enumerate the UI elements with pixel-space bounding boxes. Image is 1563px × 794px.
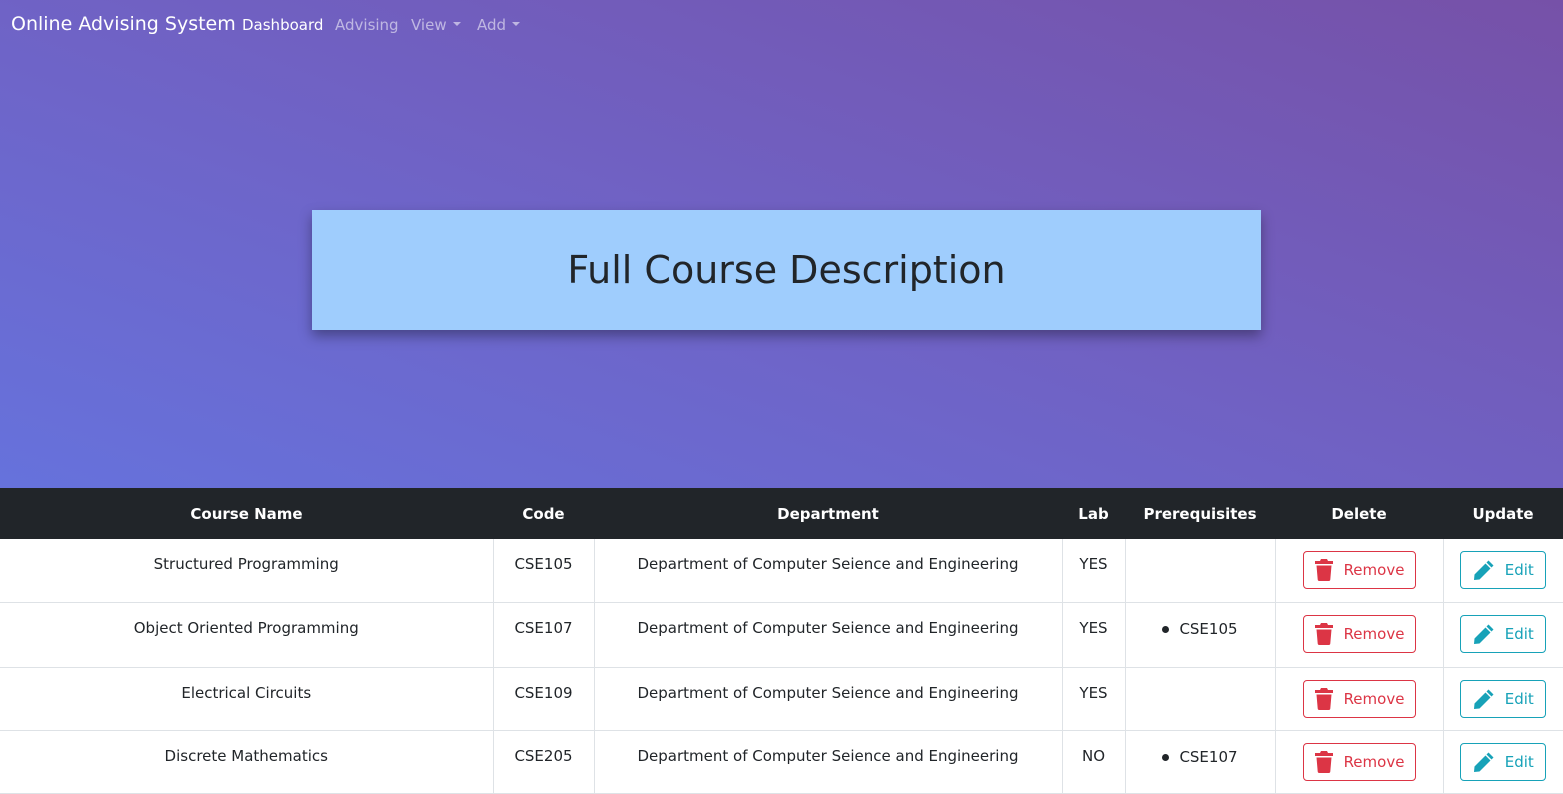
hero-banner: Online Advising System Dashboard Advisin… (0, 0, 1563, 488)
cell-prerequisites: CSE107 (1125, 730, 1276, 793)
remove-button[interactable]: Remove (1302, 551, 1416, 589)
cell-lab: YES (1062, 667, 1126, 730)
nav-view-dropdown[interactable]: View (411, 16, 461, 34)
caret-down-icon (512, 21, 521, 26)
page-title: Full Course Description (567, 248, 1006, 292)
cell-delete: Remove (1275, 730, 1444, 793)
pencil-icon (1473, 559, 1495, 581)
cell-department: Department of Computer Seience and Engin… (594, 539, 1063, 602)
page-title-box: Full Course Description (312, 210, 1261, 330)
edit-button[interactable]: Edit (1460, 614, 1547, 653)
edit-button[interactable]: Edit (1460, 742, 1547, 781)
table-row: Discrete Mathematics CSE205 Department o… (0, 730, 1563, 793)
edit-button[interactable]: Edit (1460, 679, 1547, 718)
nav-add-dropdown[interactable]: Add (477, 16, 521, 34)
pencil-icon (1473, 751, 1495, 773)
edit-button-label: Edit (1504, 689, 1534, 708)
header-update: Update (1472, 504, 1534, 523)
cell-delete: Remove (1275, 667, 1444, 730)
cell-department: Department of Computer Seience and Engin… (594, 730, 1063, 793)
cell-course-name: Object Oriented Programming (0, 602, 494, 667)
cell-department: Department of Computer Seience and Engin… (594, 667, 1063, 730)
cell-prerequisites (1125, 667, 1276, 730)
trash-icon (1314, 622, 1334, 645)
nav-add-label: Add (477, 16, 507, 34)
table-header-row: Course Name Code Department Lab Prerequi… (0, 488, 1563, 539)
header-delete: Delete (1331, 504, 1387, 523)
cell-course-name: Electrical Circuits (0, 667, 494, 730)
cell-code: CSE109 (493, 667, 595, 730)
remove-button-label: Remove (1343, 624, 1405, 643)
bullet-icon (1162, 753, 1170, 761)
cell-department: Department of Computer Seience and Engin… (594, 602, 1063, 667)
cell-update: Edit (1443, 667, 1563, 730)
remove-button[interactable]: Remove (1302, 742, 1416, 781)
edit-button-label: Edit (1504, 752, 1534, 771)
trash-icon (1314, 687, 1334, 710)
cell-update: Edit (1443, 602, 1563, 667)
remove-button-label: Remove (1343, 689, 1405, 708)
remove-button[interactable]: Remove (1302, 614, 1416, 653)
remove-button-label: Remove (1343, 752, 1405, 771)
course-table: Course Name Code Department Lab Prerequi… (0, 488, 1563, 794)
header-lab: Lab (1078, 504, 1109, 523)
cell-delete: Remove (1275, 539, 1444, 602)
cell-lab: YES (1062, 539, 1126, 602)
prerequisite-item: CSE105 (1162, 620, 1238, 638)
navbar: Online Advising System Dashboard Advisin… (0, 0, 1563, 52)
header-course-name: Course Name (190, 504, 303, 523)
cell-update: Edit (1443, 539, 1563, 602)
prerequisite-item: CSE107 (1162, 748, 1238, 766)
cell-lab: YES (1062, 602, 1126, 667)
edit-button-label: Edit (1504, 624, 1534, 643)
cell-prerequisites (1125, 539, 1276, 602)
cell-code: CSE105 (493, 539, 595, 602)
pencil-icon (1473, 688, 1495, 710)
cell-delete: Remove (1275, 602, 1444, 667)
edit-button[interactable]: Edit (1460, 551, 1547, 589)
nav-advising[interactable]: Advising (335, 16, 399, 34)
table-row: Structured Programming CSE105 Department… (0, 539, 1563, 602)
table-row: Electrical Circuits CSE109 Department of… (0, 667, 1563, 730)
brand-link[interactable]: Online Advising System (11, 13, 236, 35)
caret-down-icon (452, 21, 461, 26)
header-code: Code (522, 504, 565, 523)
prerequisite-code: CSE107 (1179, 748, 1238, 766)
cell-course-name: Structured Programming (0, 539, 494, 602)
cell-code: CSE107 (493, 602, 595, 667)
remove-button-label: Remove (1343, 561, 1405, 579)
trash-icon (1314, 559, 1334, 581)
header-department: Department (777, 504, 879, 523)
cell-lab: NO (1062, 730, 1126, 793)
trash-icon (1314, 750, 1334, 773)
nav-view-label: View (411, 16, 447, 34)
cell-course-name: Discrete Mathematics (0, 730, 494, 793)
table-row: Object Oriented Programming CSE107 Depar… (0, 602, 1563, 667)
header-prerequisites: Prerequisites (1143, 504, 1257, 523)
prerequisite-code: CSE105 (1179, 620, 1238, 638)
remove-button[interactable]: Remove (1302, 679, 1416, 718)
cell-update: Edit (1443, 730, 1563, 793)
nav-dashboard[interactable]: Dashboard (242, 16, 323, 34)
cell-prerequisites: CSE105 (1125, 602, 1276, 667)
bullet-icon (1162, 625, 1170, 633)
cell-code: CSE205 (493, 730, 595, 793)
edit-button-label: Edit (1504, 561, 1534, 579)
pencil-icon (1473, 623, 1495, 645)
